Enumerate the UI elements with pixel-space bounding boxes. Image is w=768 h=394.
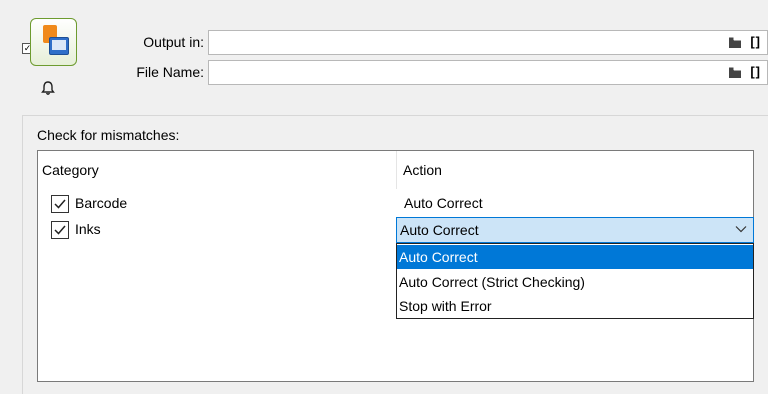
checkmark-icon xyxy=(54,199,66,209)
folder-icon[interactable] xyxy=(729,37,741,48)
dropdown-option[interactable]: Auto Correct xyxy=(397,245,753,269)
category-label: Barcode xyxy=(75,195,128,211)
variables-button[interactable]: [] xyxy=(750,34,761,49)
variables-button[interactable]: [] xyxy=(750,64,761,79)
dropdown-option[interactable]: Auto Correct (Strict Checking) xyxy=(397,270,753,294)
combobox-value: Auto Correct xyxy=(400,222,479,238)
group-title: Check for mismatches: xyxy=(37,127,180,143)
document-icon[interactable] xyxy=(30,18,77,66)
column-header-action[interactable]: Action xyxy=(397,151,753,189)
dropdown-option[interactable]: Stop with Error xyxy=(397,294,753,318)
barcode-checkbox[interactable] xyxy=(51,195,69,213)
action-dropdown-list: Auto Correct Auto Correct (Strict Checki… xyxy=(396,243,754,319)
folder-icon[interactable] xyxy=(729,67,741,78)
output-in-field[interactable]: [] xyxy=(208,30,768,55)
app-icon-block: ✓ xyxy=(22,18,84,74)
inks-checkbox[interactable] xyxy=(51,221,69,239)
checkmark-icon xyxy=(54,225,66,235)
file-name-label: File Name: xyxy=(136,64,204,80)
output-in-label: Output in: xyxy=(143,34,204,50)
window: ✓ Output in: [] File Name: [] Check for … xyxy=(0,0,768,394)
category-label: Inks xyxy=(75,221,101,237)
bell-icon[interactable] xyxy=(40,80,56,96)
file-name-field[interactable]: [] xyxy=(208,60,768,85)
table-row: Barcode Auto Correct xyxy=(38,191,753,217)
action-combobox[interactable]: Auto Correct xyxy=(396,217,754,243)
column-header-category[interactable]: Category xyxy=(38,151,397,189)
chevron-down-icon[interactable] xyxy=(735,225,747,233)
action-value[interactable]: Auto Correct xyxy=(404,195,483,211)
